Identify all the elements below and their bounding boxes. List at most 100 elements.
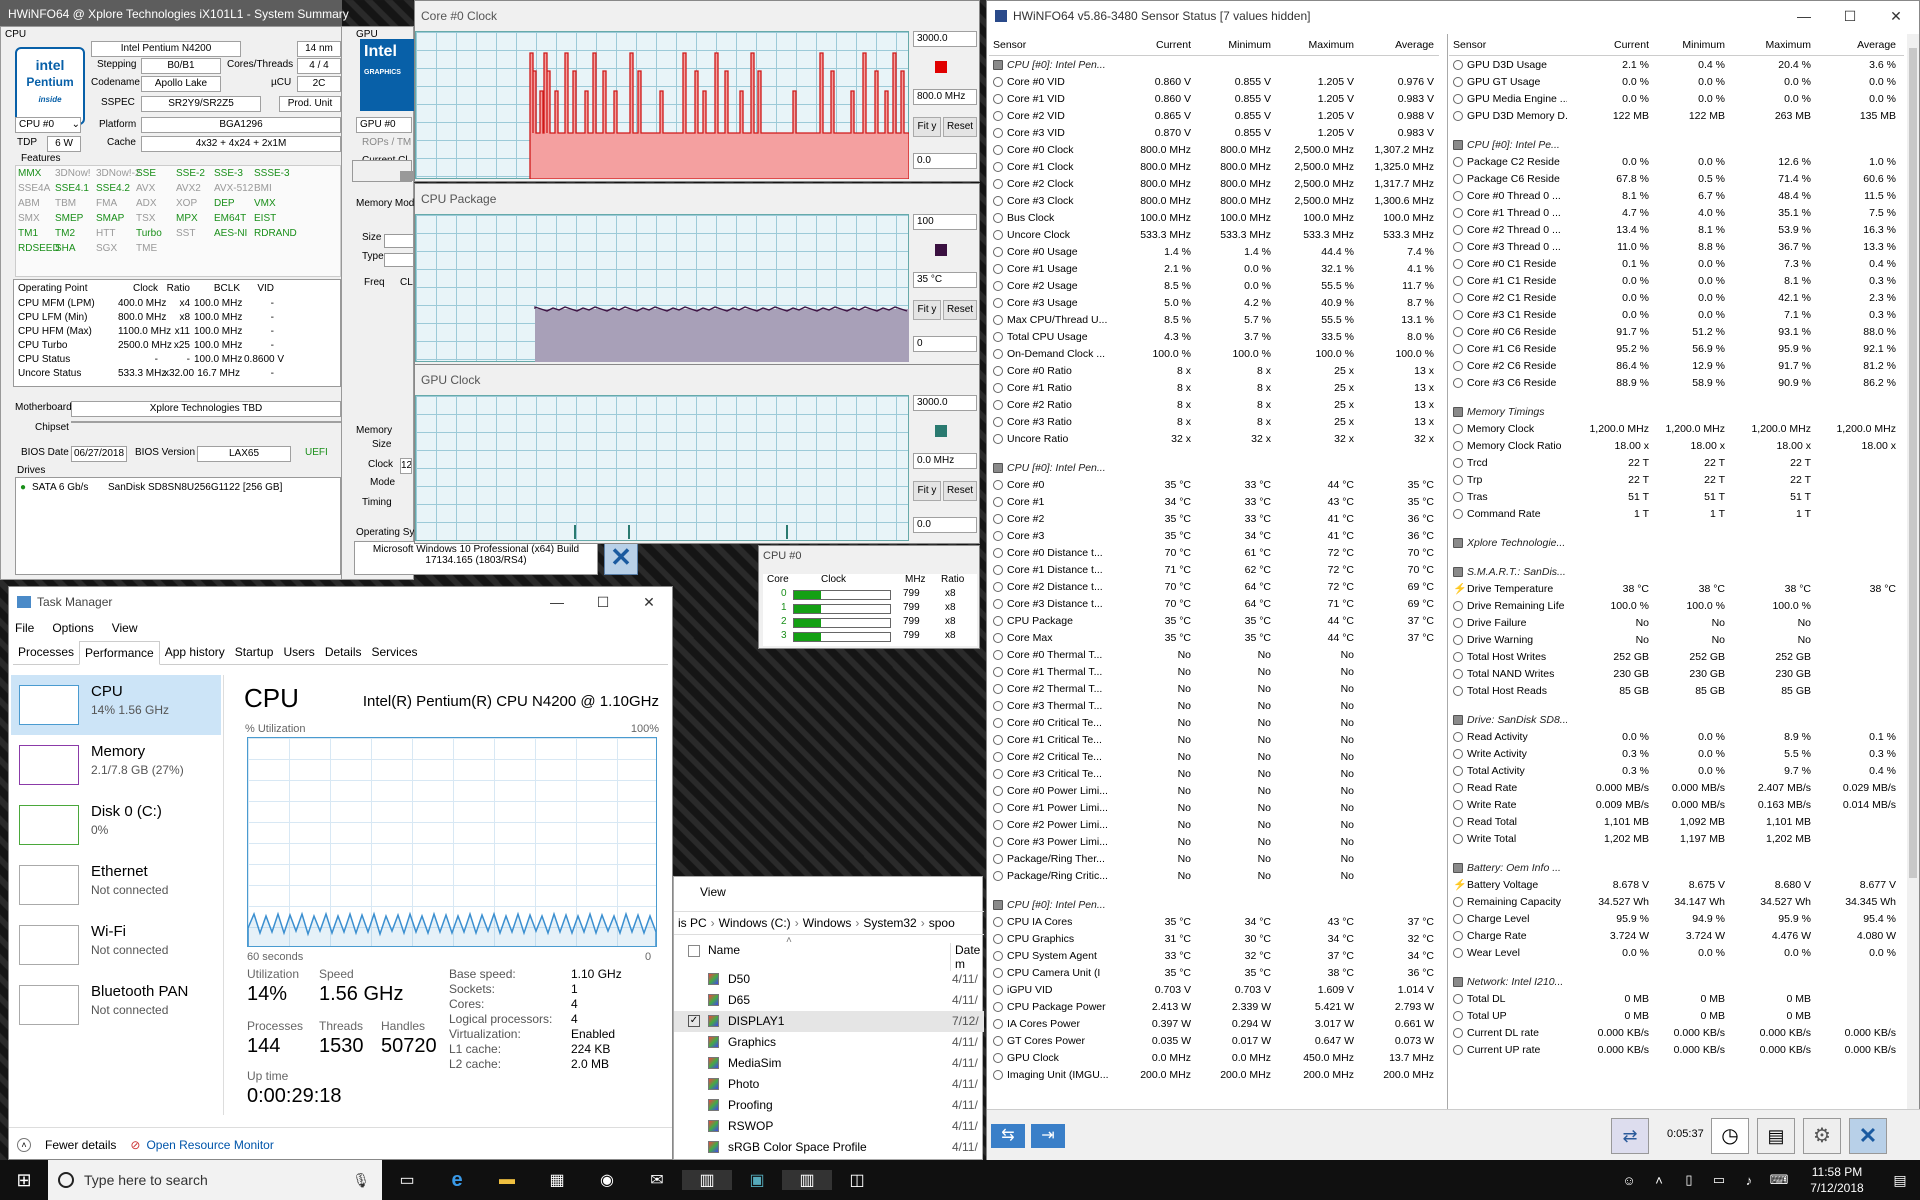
sensor-titlebar[interactable]: HWiNFO64 v5.86-3480 Sensor Status [7 val… (987, 1, 1919, 31)
sensor-row[interactable]: Core #1 C1 Reside 0.0 % 0.0 % 8.1 % 0.3 % (1449, 272, 1904, 289)
sensor-row[interactable]: Core #1 Distance t... 71 °C 62 °C 72 °C 70 °… (989, 561, 1439, 578)
people-icon[interactable]: ☺ (1614, 1173, 1644, 1188)
close-button[interactable]: ✕ (1873, 1, 1919, 31)
task-view-icon[interactable]: ▭ (382, 1170, 432, 1190)
sensor-row[interactable]: Total UP 0 MB 0 MB 0 MB (1449, 1007, 1904, 1024)
file-list-item[interactable]: MediaSim 4/11/ (674, 1053, 984, 1074)
sensor-group[interactable]: Xplore Technologie... (1449, 534, 1904, 551)
file-list-item[interactable]: D65 4/11/ (674, 990, 984, 1011)
sensor-row[interactable]: Core #2 Thread 0 ... 13.4 % 8.1 % 53.9 % 16.… (1449, 221, 1904, 238)
minimize-button[interactable]: — (1781, 1, 1827, 31)
sensor-row[interactable]: Uncore Clock 533.3 MHz 533.3 MHz 533.3 MHz 5… (989, 226, 1439, 243)
volume-icon[interactable]: ♪ (1734, 1173, 1764, 1188)
network-icon[interactable]: ▯ (1674, 1172, 1704, 1188)
sensor-row[interactable]: Core #3 C1 Reside 0.0 % 0.0 % 7.1 % 0.3 % (1449, 306, 1904, 323)
report-icon[interactable]: ▤ (1757, 1118, 1795, 1154)
sensor-row[interactable]: Core #2 VID 0.865 V 0.855 V 1.205 V 0.988 V (989, 107, 1439, 124)
sidebar-item-bluetooth-pan[interactable]: Bluetooth PAN Not connected (11, 975, 221, 1035)
sensor-group[interactable]: CPU [#0]: Intel Pen... (989, 459, 1439, 476)
sensor-row[interactable]: Core #0 Usage 1.4 % 1.4 % 44.4 % 7.4 % (989, 243, 1439, 260)
sensor-row[interactable]: Package C6 Reside 67.8 % 0.5 % 71.4 % 60.6 % (1449, 170, 1904, 187)
sensor-row[interactable]: GPU Clock 0.0 MHz 0.0 MHz 450.0 MHz 13.7 MHz (989, 1049, 1439, 1066)
sensor-row[interactable]: Tras 51 T 51 T 51 T (1449, 488, 1904, 505)
tab-processes[interactable]: Processes (13, 641, 79, 664)
arrows-collapse-icon[interactable]: ⇥ (1031, 1124, 1065, 1148)
column-name[interactable]: Name (708, 943, 740, 957)
menu-item[interactable]: Options (52, 621, 93, 635)
sensor-row[interactable]: Core #2 C6 Reside 86.4 % 12.9 % 91.7 % 81.2 … (1449, 357, 1904, 374)
tab-users[interactable]: Users (278, 641, 319, 664)
sensor-row[interactable]: Read Rate 0.000 MB/s 0.000 MB/s 2.407 MB/s 0… (1449, 779, 1904, 796)
network-icon[interactable]: ⇄ (1611, 1118, 1649, 1154)
sensor-row[interactable]: Total CPU Usage 4.3 % 3.7 % 33.5 % 8.0 % (989, 328, 1439, 345)
sensor-header-cell[interactable]: Current (1111, 39, 1191, 51)
sensor-row[interactable]: GT Cores Power 0.035 W 0.017 W 0.647 W 0.073… (989, 1032, 1439, 1049)
sensor-row[interactable]: Write Rate 0.009 MB/s 0.000 MB/s 0.163 MB/s… (1449, 796, 1904, 813)
color-swatch[interactable] (935, 425, 947, 437)
sensor-row[interactable]: Core #3 VID 0.870 V 0.855 V 1.205 V 0.983 V (989, 124, 1439, 141)
sensor-row[interactable]: Write Total 1,202 MB 1,197 MB 1,202 MB (1449, 830, 1904, 847)
chevron-up-icon[interactable]: ˄ (17, 1137, 31, 1152)
sensor-row[interactable]: Core #0 VID 0.860 V 0.855 V 1.205 V 0.976 V (989, 73, 1439, 90)
reset-button[interactable]: Reset (943, 481, 977, 501)
sensor-row[interactable]: Core #2 Distance t... 70 °C 64 °C 72 °C 69 °… (989, 578, 1439, 595)
sensor-row[interactable]: CPU Package Power 2.413 W 2.339 W 5.421 W 2.… (989, 998, 1439, 1015)
battery-icon[interactable]: ▭ (1704, 1172, 1734, 1188)
notifications-icon[interactable]: ▤ (1880, 1172, 1920, 1189)
sensor-row[interactable]: Core #2 Critical Te... No No No (989, 748, 1439, 765)
sensor-row[interactable]: Uncore Ratio 32 x 32 x 32 x 32 x (989, 430, 1439, 447)
select-all-checkbox[interactable] (688, 945, 700, 957)
column-date[interactable]: Date m (950, 943, 982, 971)
fit-y-button[interactable]: Fit y (913, 300, 941, 320)
sensor-row[interactable]: IA Cores Power 0.397 W 0.294 W 3.017 W 0.661… (989, 1015, 1439, 1032)
tab-startup[interactable]: Startup (230, 641, 279, 664)
sensor-row[interactable]: Core #1 Thread 0 ... 4.7 % 4.0 % 35.1 % 7.5 … (1449, 204, 1904, 221)
vertical-scrollbar[interactable] (1907, 34, 1919, 1109)
sensor-row[interactable]: Wear Level 0.0 % 0.0 % 0.0 % 0.0 % (1449, 944, 1904, 961)
sensor-row[interactable]: Drive Failure No No No (1449, 614, 1904, 631)
sensor-row[interactable]: Core #0 Power Limi... No No No (989, 782, 1439, 799)
sensor-row[interactable]: CPU System Agent 33 °C 32 °C 37 °C 34 °C (989, 947, 1439, 964)
maximize-button[interactable]: ☐ (580, 587, 626, 617)
checkbox[interactable]: ✓ (688, 1015, 700, 1027)
sensor-row[interactable]: Drive Warning No No No (1449, 631, 1904, 648)
tab-services[interactable]: Services (367, 641, 423, 664)
sensor-row[interactable]: Core #3 Thread 0 ... 11.0 % 8.8 % 36.7 % 13.… (1449, 238, 1904, 255)
sensor-row[interactable]: iGPU VID 0.703 V 0.703 V 1.609 V 1.014 V (989, 981, 1439, 998)
sensor-row[interactable]: Total Host Writes 252 GB 252 GB 252 GB (1449, 648, 1904, 665)
sensor-row[interactable]: Core #3 Thermal T... No No No (989, 697, 1439, 714)
sensor-row[interactable]: Core #3 Clock 800.0 MHz 800.0 MHz 2,500.0 M… (989, 192, 1439, 209)
breadcrumb-item[interactable]: spoo (929, 916, 955, 930)
ime-icon[interactable]: ⌨ (1764, 1172, 1794, 1188)
sensor-row[interactable]: Core #1 Thermal T... No No No (989, 663, 1439, 680)
sensor-row[interactable]: Core #1 Ratio 8 x 8 x 25 x 13 x (989, 379, 1439, 396)
sidebar-item-ethernet[interactable]: Ethernet Not connected (11, 855, 221, 915)
gpu-select[interactable]: GPU #0 (356, 117, 412, 133)
sensor-row[interactable]: Trp 22 T 22 T 22 T (1449, 471, 1904, 488)
windows-start-icon[interactable]: ⊞ (0, 1170, 48, 1191)
file-list-item[interactable]: Proofing 4/11/ (674, 1095, 984, 1116)
cpu-select[interactable]: CPU #0 ⌄ (15, 117, 81, 133)
sensor-row[interactable]: ⚡ Drive Temperature 38 °C 38 °C 38 °C 38 °C (1449, 580, 1904, 597)
file-list-item[interactable]: sRGB Color Space Profile 4/11/ (674, 1137, 984, 1158)
sensor-row[interactable]: GPU D3D Usage 2.1 % 0.4 % 20.4 % 3.6 % (1449, 56, 1904, 73)
sidebar-item-wi-fi[interactable]: Wi-Fi Not connected (11, 915, 221, 975)
tab-app-history[interactable]: App history (160, 641, 230, 664)
sensor-group[interactable]: Memory Timings (1449, 403, 1904, 420)
file-list-item[interactable]: ✓ DISPLAY1 7/12/ (674, 1011, 984, 1032)
reset-button[interactable]: Reset (943, 117, 977, 137)
file-list-item[interactable]: Photo 4/11/ (674, 1074, 984, 1095)
sensor-row[interactable]: Imaging Unit (IMGU... 200.0 MHz 200.0 MHz 2… (989, 1066, 1439, 1083)
sensor-row[interactable]: Total NAND Writes 230 GB 230 GB 230 GB (1449, 665, 1904, 682)
camera-icon[interactable]: ◉ (582, 1170, 632, 1190)
breadcrumb-item[interactable]: System32 (863, 916, 916, 930)
sensor-row[interactable]: Total DL 0 MB 0 MB 0 MB (1449, 990, 1904, 1007)
hwinfo-sensors-taskbar-icon[interactable]: ▥ (782, 1170, 832, 1190)
sensor-row[interactable]: Command Rate 1 T 1 T 1 T (1449, 505, 1904, 522)
color-swatch[interactable] (935, 61, 947, 73)
sensor-row[interactable]: Remaining Capacity 34.527 Wh 34.147 Wh 34.5… (1449, 893, 1904, 910)
sensor-header-cell[interactable]: Maximum (1271, 39, 1354, 51)
sensor-row[interactable]: On-Demand Clock ... 100.0 % 100.0 % 100.0 %… (989, 345, 1439, 362)
sensor-group[interactable]: Battery: Oem Info ... (1449, 859, 1904, 876)
sidebar-item-cpu[interactable]: CPU 14% 1.56 GHz (11, 675, 221, 735)
